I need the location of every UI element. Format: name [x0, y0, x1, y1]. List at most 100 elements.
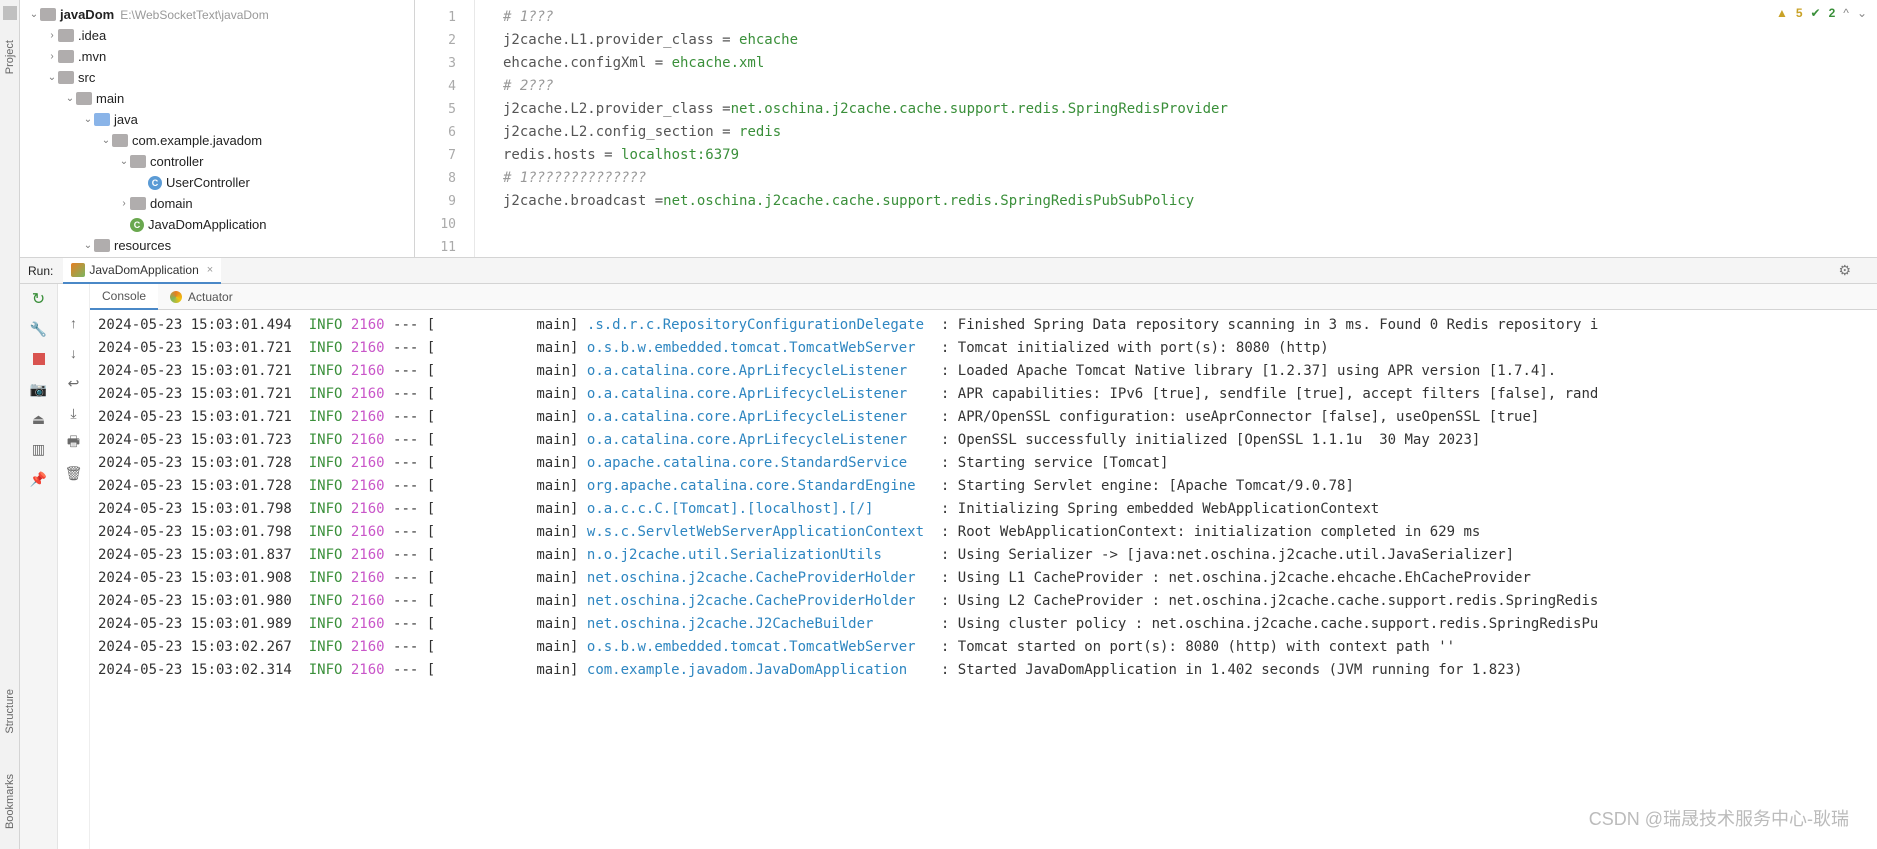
- chevron-down-icon[interactable]: ⌄: [64, 93, 76, 104]
- chevron-down-icon[interactable]: ⌄: [118, 156, 130, 167]
- tree-node[interactable]: CUserController: [20, 172, 414, 193]
- tree-node[interactable]: ⌄ src: [20, 67, 414, 88]
- gutter-line: 10: [415, 213, 474, 236]
- chevron-right-icon[interactable]: ›: [46, 51, 58, 62]
- close-icon[interactable]: ×: [207, 264, 213, 276]
- gear-icon[interactable]: ⚙: [1838, 262, 1851, 279]
- log-row: 2024-05-23 15:03:01.728 INFO 2160 --- [ …: [98, 475, 1877, 498]
- code-line[interactable]: j2cache.broadcast =net.oschina.j2cache.c…: [475, 190, 1877, 213]
- folder-icon: [58, 50, 74, 63]
- gutter-line: 7: [415, 144, 474, 167]
- project-icon[interactable]: [3, 6, 17, 20]
- chevron-down-icon[interactable]: ⌄: [46, 72, 58, 83]
- inspection-ok-count: 2: [1829, 6, 1836, 20]
- code-line[interactable]: # 2???: [475, 75, 1877, 98]
- gutter: 1234567891011: [415, 0, 475, 257]
- camera-icon[interactable]: 📷: [30, 380, 48, 398]
- warning-icon: ▲: [1776, 6, 1788, 20]
- code-line[interactable]: # 1???: [475, 6, 1877, 29]
- scroll-to-end-icon[interactable]: ⤓: [65, 404, 83, 422]
- clear-icon[interactable]: 🗑: [65, 464, 83, 482]
- log-row: 2024-05-23 15:03:01.721 INFO 2160 --- [ …: [98, 360, 1877, 383]
- wrench-icon[interactable]: 🔧: [30, 320, 48, 338]
- code-line[interactable]: ehcache.configXml = ehcache.xml: [475, 52, 1877, 75]
- watermark: CSDN @瑞晟技术服务中心-耿瑞: [1589, 805, 1849, 831]
- tree-node[interactable]: ⌄ java: [20, 109, 414, 130]
- tree-node[interactable]: C JavaDomApplication: [20, 214, 414, 235]
- chevron-down-icon[interactable]: ⌄: [82, 114, 94, 125]
- tree-node[interactable]: ⌄ resources: [20, 235, 414, 256]
- log-row: 2024-05-23 15:03:01.798 INFO 2160 --- [ …: [98, 498, 1877, 521]
- log-row: 2024-05-23 15:03:01.723 INFO 2160 --- [ …: [98, 429, 1877, 452]
- gutter-line: 5: [415, 98, 474, 121]
- module-icon: [40, 8, 56, 21]
- actuator-icon: [170, 291, 182, 303]
- tree-node-label: src: [78, 70, 95, 85]
- code-line[interactable]: # 1??????????????: [475, 167, 1877, 190]
- inspection-widget[interactable]: ▲ 5 ✔ 2 ^ ⌄: [1776, 6, 1867, 20]
- gutter-line: 6: [415, 121, 474, 144]
- tab-actuator-label: Actuator: [188, 290, 233, 304]
- code-area[interactable]: # 1???j2cache.L1.provider_class = ehcach…: [475, 0, 1877, 257]
- tree-node[interactable]: › .mvn: [20, 46, 414, 67]
- arrow-down-icon[interactable]: ↓: [65, 344, 83, 362]
- tree-node-label: java: [114, 112, 138, 127]
- editor-pane[interactable]: 1234567891011 # 1???j2cache.L1.provider_…: [415, 0, 1877, 257]
- log-row: 2024-05-23 15:03:01.721 INFO 2160 --- [ …: [98, 383, 1877, 406]
- log-row: 2024-05-23 15:03:01.980 INFO 2160 --- [ …: [98, 590, 1877, 613]
- pin-icon[interactable]: 📌: [30, 470, 48, 488]
- log-row: 2024-05-23 15:03:01.721 INFO 2160 --- [ …: [98, 406, 1877, 429]
- chevron-down-icon[interactable]: ⌄: [100, 135, 112, 146]
- tab-actuator[interactable]: Actuator: [158, 284, 245, 310]
- tree-node[interactable]: ⌄controller: [20, 151, 414, 172]
- log-row: 2024-05-23 15:03:01.989 INFO 2160 --- [ …: [98, 613, 1877, 636]
- arrow-up-icon[interactable]: ↑: [65, 314, 83, 332]
- tree-node[interactable]: ⌄ com.example.javadom: [20, 130, 414, 151]
- tree-node[interactable]: › .idea: [20, 25, 414, 46]
- chevron-right-icon[interactable]: ›: [118, 198, 130, 209]
- tree-node-label: .mvn: [78, 49, 106, 64]
- run-tab[interactable]: JavaDomApplication ×: [63, 258, 221, 284]
- exit-icon[interactable]: ⏏: [30, 410, 48, 428]
- tree-root[interactable]: ⌄ javaDom E:\WebSocketText\javaDom: [20, 4, 414, 25]
- chevron-down-icon[interactable]: ⌄: [82, 240, 94, 251]
- rail-label-bookmarks[interactable]: Bookmarks: [4, 774, 16, 829]
- rail-label-project[interactable]: Project: [4, 40, 16, 74]
- print-icon[interactable]: 🖶: [65, 434, 83, 452]
- console-output[interactable]: 2024-05-23 15:03:01.494 INFO 2160 --- [ …: [90, 310, 1877, 849]
- tree-node[interactable]: ›domain: [20, 193, 414, 214]
- gutter-line: 8: [415, 167, 474, 190]
- tree-node-label: .idea: [78, 28, 106, 43]
- log-row: 2024-05-23 15:03:01.494 INFO 2160 --- [ …: [98, 314, 1877, 337]
- code-line[interactable]: j2cache.L2.provider_class =net.oschina.j…: [475, 98, 1877, 121]
- stop-icon[interactable]: [30, 350, 48, 368]
- run-tool-strip-primary: ↻ 🔧 📷 ⏏ ▥ 📌: [20, 284, 58, 849]
- tree-node-label: com.example.javadom: [132, 133, 262, 148]
- tree-node-label: resources: [114, 238, 171, 253]
- soft-wrap-icon[interactable]: ↩: [65, 374, 83, 392]
- code-line[interactable]: redis.hosts = localhost:6379: [475, 144, 1877, 167]
- code-line[interactable]: j2cache.L1.provider_class = ehcache: [475, 29, 1877, 52]
- folder-icon: [94, 113, 110, 126]
- rail-label-structure[interactable]: Structure: [4, 689, 16, 734]
- class-icon: C: [130, 218, 144, 232]
- run-tool-window-header: Run: JavaDomApplication ×: [20, 258, 1877, 284]
- project-tree[interactable]: ⌄ javaDom E:\WebSocketText\javaDom › .ide…: [20, 0, 415, 257]
- code-line[interactable]: j2cache.L2.config_section = redis: [475, 121, 1877, 144]
- chevron-down-icon[interactable]: ⌄: [1857, 6, 1867, 20]
- tab-console[interactable]: Console: [90, 284, 158, 310]
- console-tab-bar: Console Actuator: [90, 284, 1877, 310]
- tree-root-label: javaDom: [60, 7, 114, 22]
- tree-node-label: main: [96, 91, 124, 106]
- tree-node-label: JavaDomApplication: [148, 217, 267, 232]
- rerun-icon[interactable]: ↻: [30, 290, 48, 308]
- chevron-up-icon[interactable]: ^: [1843, 6, 1849, 20]
- tree-node[interactable]: ⌄ main: [20, 88, 414, 109]
- chevron-down-icon[interactable]: ⌄: [28, 9, 40, 20]
- log-row: 2024-05-23 15:03:01.721 INFO 2160 --- [ …: [98, 337, 1877, 360]
- chevron-right-icon[interactable]: ›: [46, 30, 58, 41]
- log-row: 2024-05-23 15:03:01.798 INFO 2160 --- [ …: [98, 521, 1877, 544]
- layout-icon[interactable]: ▥: [30, 440, 48, 458]
- folder-icon: [76, 92, 92, 105]
- left-tool-rail: Project Structure Bookmarks: [0, 0, 20, 849]
